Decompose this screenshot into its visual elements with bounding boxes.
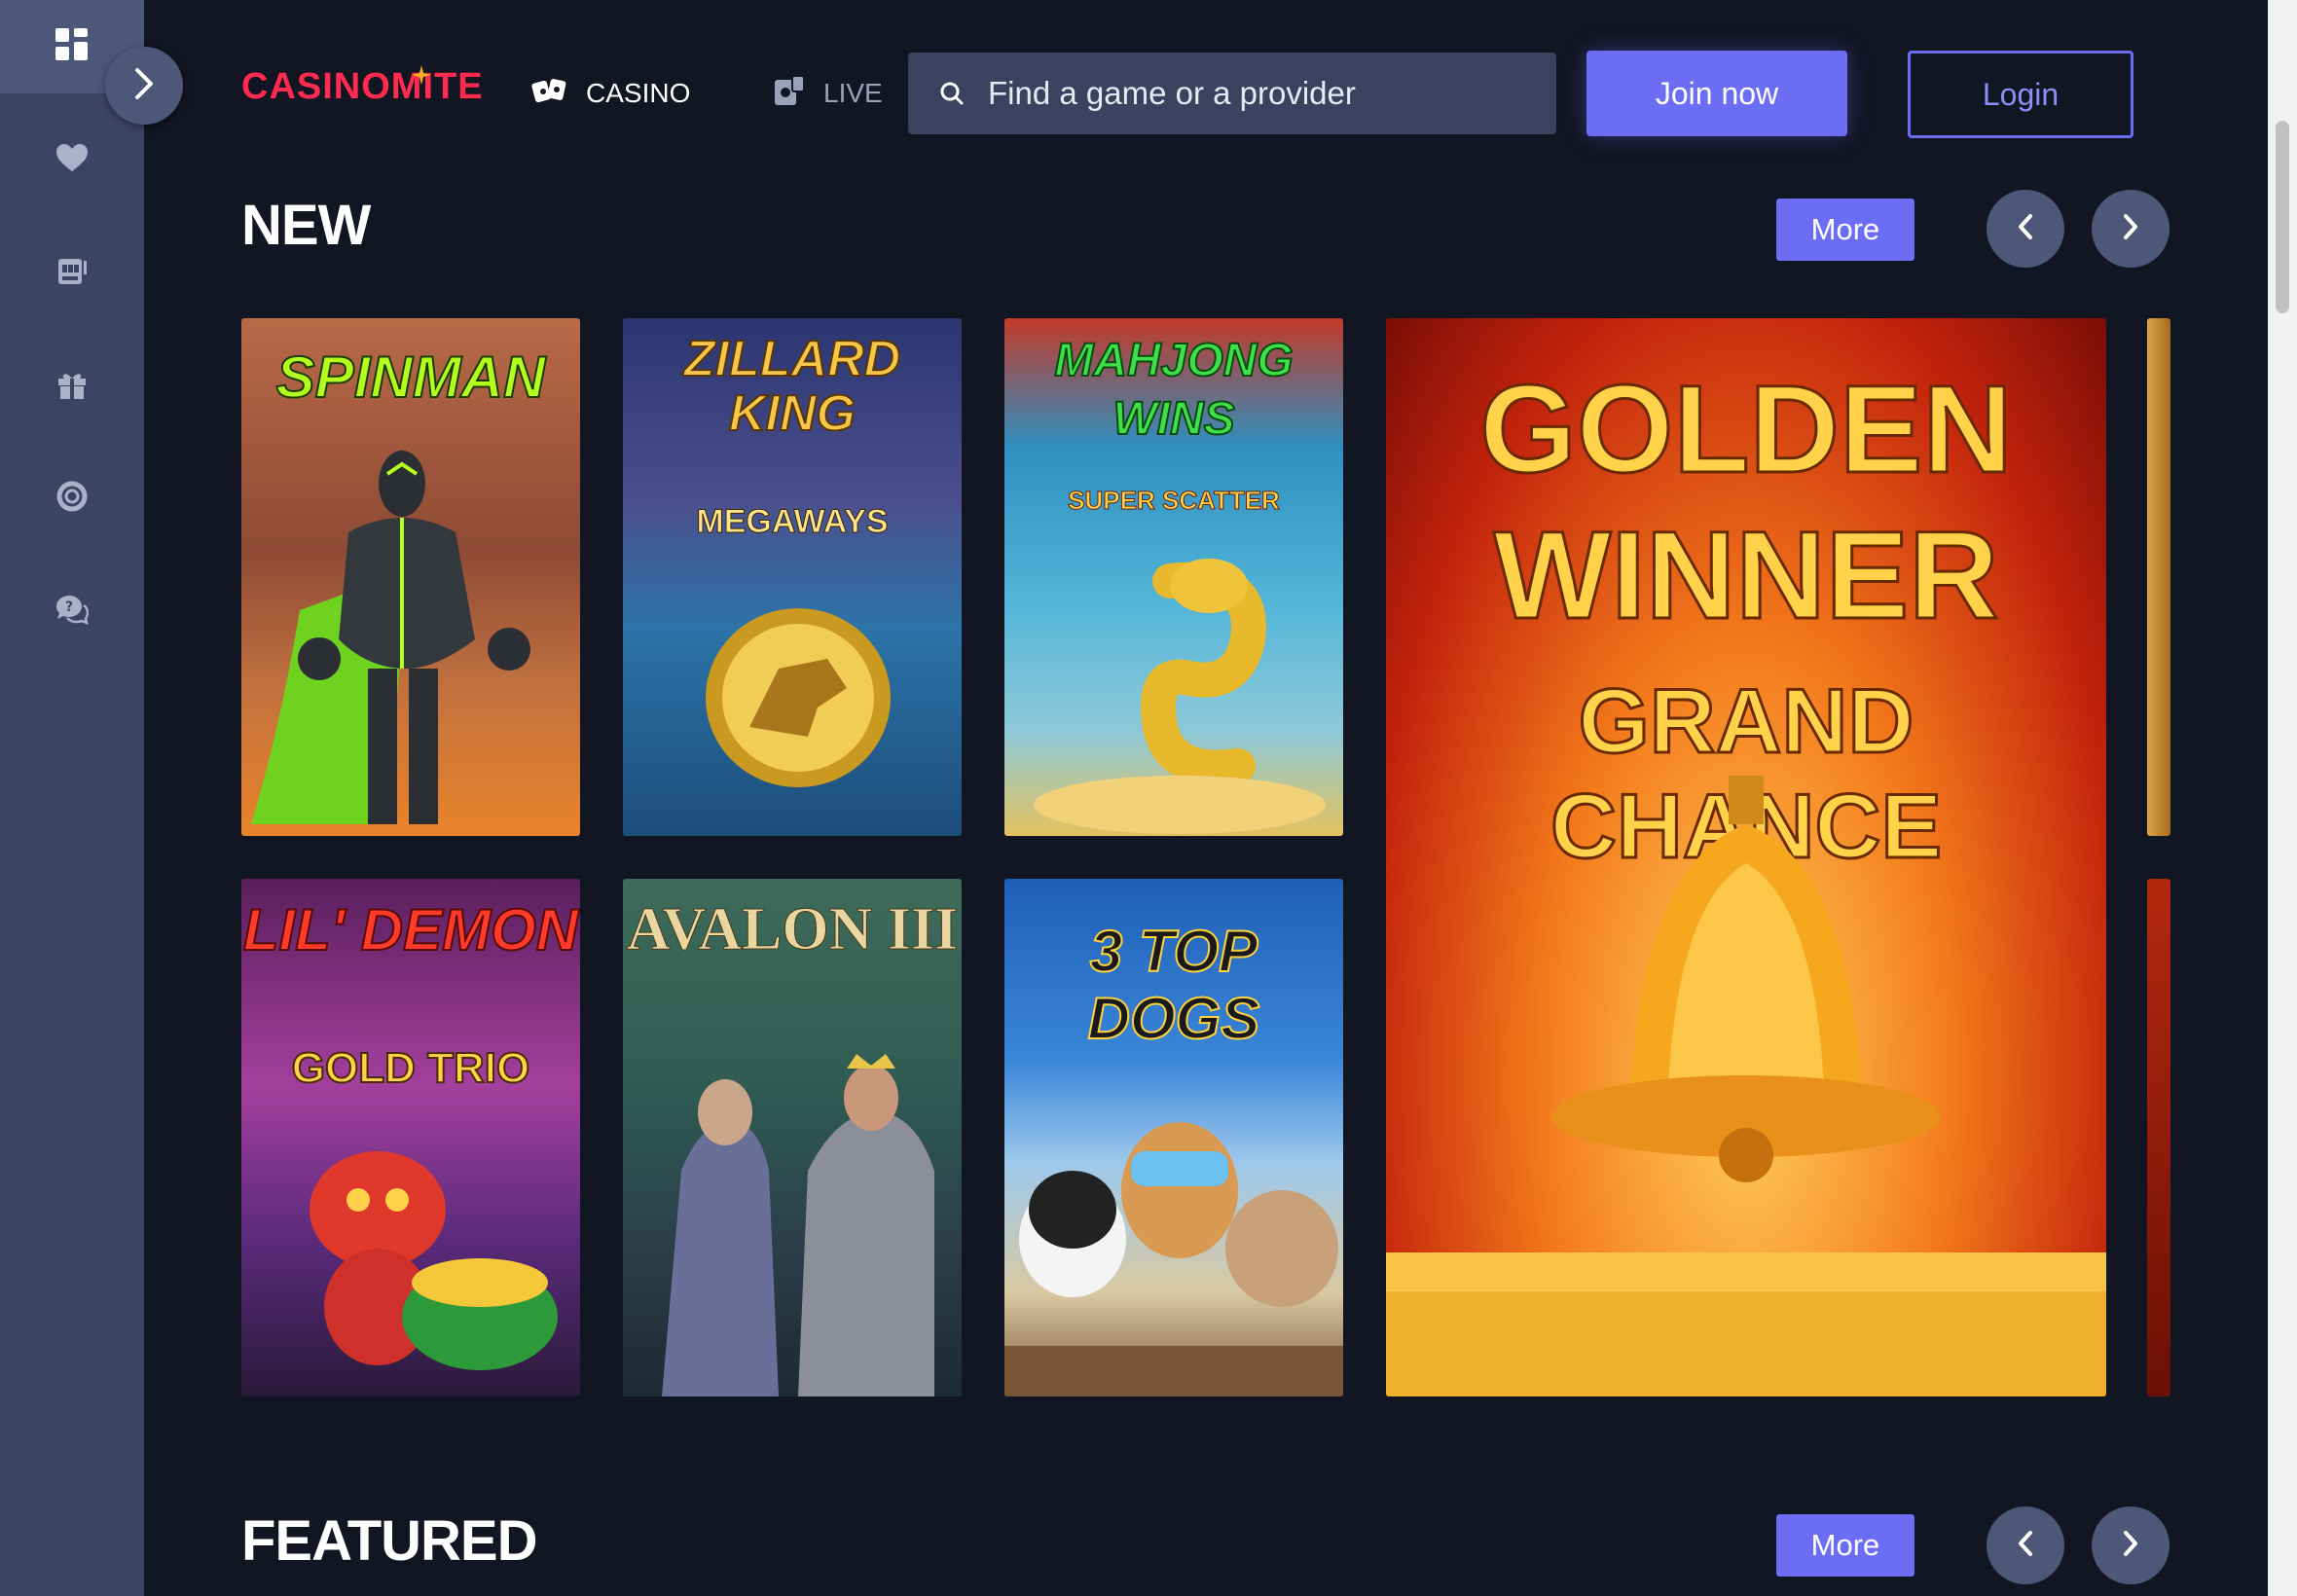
game-artwork [1386, 776, 2106, 1396]
section-title-new: NEW [241, 194, 371, 257]
page-scrollbar[interactable] [2268, 0, 2297, 1596]
sidebar-expand-button[interactable] [105, 47, 183, 125]
game-artwork [251, 451, 530, 824]
chevron-right-icon [2122, 1530, 2139, 1561]
featured-more-button[interactable]: More [1776, 1514, 1914, 1577]
search-bar[interactable] [908, 53, 1556, 134]
search-icon [940, 82, 964, 105]
game-artwork [662, 1054, 934, 1396]
lifebuoy-icon [56, 481, 88, 516]
sidebar-item-slots[interactable] [51, 251, 93, 294]
game-tile-spinman[interactable]: SPINMAN [241, 318, 580, 836]
dashboard-icon [55, 28, 89, 65]
sidebar-item-chat[interactable]: ? [51, 590, 93, 633]
game-tile-partial[interactable] [2147, 318, 2170, 836]
nav-live-label: LIVE [823, 78, 883, 108]
sidebar-item-promotions[interactable] [51, 365, 93, 408]
game-tile-3-top-dogs[interactable]: 3 TOP DOGS [1004, 879, 1343, 1396]
chevron-left-icon [2017, 213, 2034, 244]
search-input[interactable] [986, 74, 1535, 113]
sparkle-icon [412, 53, 431, 85]
logo[interactable]: CASINOMITE [241, 65, 484, 108]
heart-icon [56, 144, 88, 177]
live-dealer-icon [773, 74, 806, 114]
game-tile-partial[interactable] [2147, 879, 2170, 1396]
new-prev-button[interactable] [1987, 190, 2064, 268]
join-now-button[interactable]: Join now [1586, 51, 1847, 136]
nav-casino[interactable]: CASINO [531, 70, 690, 117]
login-button[interactable]: Login [1908, 51, 2133, 138]
game-artwork [1004, 1122, 1343, 1396]
featured-prev-button[interactable] [1987, 1506, 2064, 1584]
new-more-button[interactable]: More [1776, 199, 1914, 261]
nav-casino-label: CASINO [586, 78, 691, 108]
game-artwork [310, 1151, 558, 1370]
cards-icon [531, 76, 568, 112]
svg-text:?: ? [65, 599, 73, 615]
new-next-button[interactable] [2092, 190, 2169, 268]
logo-text: CASINOMITE [241, 66, 484, 107]
chevron-right-icon [133, 67, 155, 104]
game-tile-lil-demon[interactable]: LIL' DEMON GOLD TRIO [241, 879, 580, 1396]
game-tile-avalon-iii[interactable]: AVALON III [623, 879, 962, 1396]
scrollbar-thumb[interactable] [2276, 121, 2289, 313]
nav-live[interactable]: LIVE [773, 70, 883, 117]
section-title-featured: FEATURED [241, 1509, 537, 1573]
chat-support-icon: ? [55, 594, 90, 629]
game-artwork [706, 608, 891, 787]
chevron-right-icon [2122, 213, 2139, 244]
game-tile-zillard-king[interactable]: ZILLARD KING MEGAWAYS [623, 318, 962, 836]
game-artwork [1034, 559, 1326, 834]
sidebar: ? [0, 0, 144, 1596]
sidebar-item-favorites[interactable] [51, 139, 93, 182]
chevron-left-icon [2017, 1530, 2034, 1561]
gift-icon [56, 369, 88, 404]
game-tile-mahjong-wins[interactable]: MAHJONG WINS SUPER SCATTER [1004, 318, 1343, 836]
featured-next-button[interactable] [2092, 1506, 2169, 1584]
sidebar-item-help[interactable] [51, 477, 93, 520]
slot-machine-icon [56, 255, 88, 290]
game-tile-golden-winner[interactable]: GOLDEN WINNER GRAND CHANCE [1386, 318, 2106, 1396]
